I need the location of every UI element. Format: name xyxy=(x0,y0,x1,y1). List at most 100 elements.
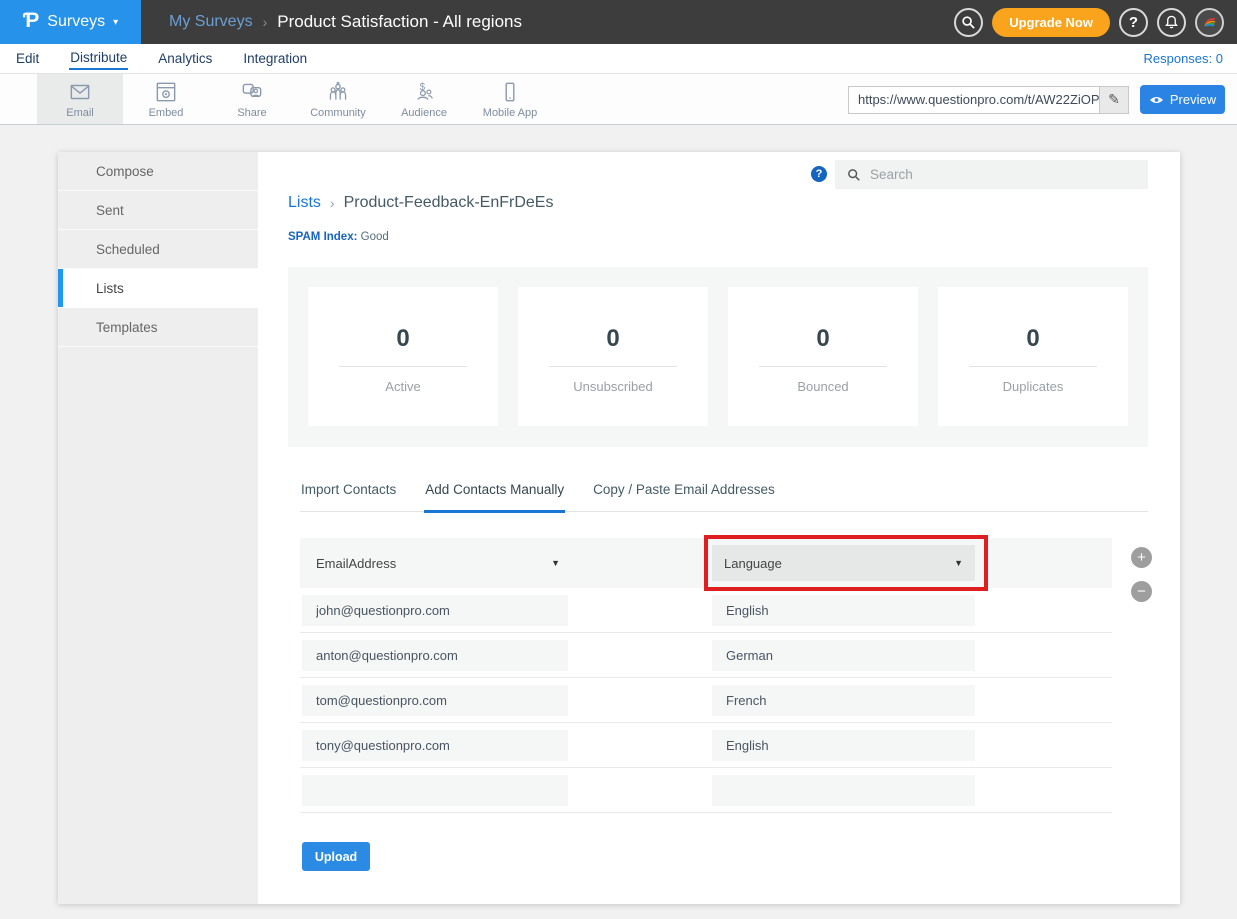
email-input-5[interactable] xyxy=(302,775,568,806)
caret-down-icon: ▼ xyxy=(551,558,560,568)
unsubscribed-count: 0 xyxy=(518,325,708,353)
sidebar-item-scheduled[interactable]: Scheduled xyxy=(58,230,258,269)
sidebar-item-lists[interactable]: Lists xyxy=(58,269,258,308)
caret-down-icon: ▼ xyxy=(954,558,963,568)
survey-url[interactable]: https://www.questionpro.com/t/AW22ZiOP xyxy=(848,86,1099,114)
nav-edit[interactable]: Edit xyxy=(15,48,40,69)
language-input-3[interactable] xyxy=(712,685,975,716)
responses-count[interactable]: Responses: 0 xyxy=(1144,51,1224,66)
toolbar-share[interactable]: Share xyxy=(209,74,295,124)
sidebar-compose-label: Compose xyxy=(96,164,154,179)
duplicates-label: Duplicates xyxy=(938,379,1128,394)
divider xyxy=(339,366,467,367)
community-icon xyxy=(325,79,351,105)
list-breadcrumb: Lists › Product-Feedback-EnFrDeEs xyxy=(288,194,553,212)
upload-button[interactable]: Upload xyxy=(302,842,370,871)
breadcrumb-my-surveys[interactable]: My Surveys xyxy=(169,13,253,31)
edit-url-button[interactable]: ✎ xyxy=(1099,86,1129,114)
divider xyxy=(759,366,887,367)
list-search-box xyxy=(835,160,1148,189)
contact-row-4 xyxy=(300,723,1112,768)
active-label: Active xyxy=(308,379,498,394)
add-row-button[interactable]: + xyxy=(1131,547,1152,568)
toolbar-mobile-app-label: Mobile App xyxy=(483,107,537,119)
email-sidebar: Compose Sent Scheduled Lists Templates xyxy=(58,152,258,904)
language-column-select[interactable]: Language ▼ xyxy=(712,545,975,581)
caret-down-icon: ▾ xyxy=(113,17,118,28)
contact-row-3 xyxy=(300,678,1112,723)
email-input-2[interactable] xyxy=(302,640,568,671)
language-input-4[interactable] xyxy=(712,730,975,761)
language-input-2[interactable] xyxy=(712,640,975,671)
product-switcher[interactable]: Ƥ Surveys ▾ xyxy=(0,0,141,44)
bounced-label: Bounced xyxy=(728,379,918,394)
toolbar-embed[interactable]: Embed xyxy=(123,74,209,124)
list-name: Product-Feedback-EnFrDeEs xyxy=(344,194,554,212)
language-input-5[interactable] xyxy=(712,775,975,806)
toolbar-right: https://www.questionpro.com/t/AW22ZiOP ✎… xyxy=(848,85,1225,114)
eye-icon xyxy=(1149,95,1164,105)
help-icon: ? xyxy=(816,168,823,180)
stat-card-unsubscribed: 0 Unsubscribed xyxy=(518,287,708,426)
contact-row-2 xyxy=(300,633,1112,678)
chevron-right-icon: › xyxy=(263,14,268,30)
search-input[interactable] xyxy=(870,167,1110,182)
account-avatar[interactable] xyxy=(1195,8,1224,37)
spam-index-label: SPAM Index: xyxy=(288,231,357,243)
email-input-1[interactable] xyxy=(302,595,568,626)
survey-nav: Edit Distribute Analytics Integration Re… xyxy=(0,44,1237,73)
nav-integration[interactable]: Integration xyxy=(242,48,308,69)
survey-url-box: https://www.questionpro.com/t/AW22ZiOP ✎ xyxy=(848,86,1129,114)
email-icon xyxy=(67,79,93,105)
tab-copy-paste-email-addresses[interactable]: Copy / Paste Email Addresses xyxy=(592,482,776,511)
search-icon xyxy=(847,168,861,182)
product-name: Surveys xyxy=(47,13,105,31)
toolbar-mobile-app[interactable]: Mobile App xyxy=(467,74,553,124)
help-button[interactable]: ? xyxy=(1119,8,1148,37)
contact-rows xyxy=(300,588,1112,813)
app-window: Ƥ Surveys ▾ My Surveys › Product Satisfa… xyxy=(0,0,1237,919)
language-input-1[interactable] xyxy=(712,595,975,626)
nav-analytics[interactable]: Analytics xyxy=(157,48,213,69)
upgrade-now-button[interactable]: Upgrade Now xyxy=(992,8,1110,37)
bell-icon xyxy=(1164,15,1179,30)
questionpro-logo-icon: Ƥ xyxy=(23,9,39,33)
contextual-help-button[interactable]: ? xyxy=(811,166,827,182)
global-search-button[interactable] xyxy=(954,8,983,37)
embed-icon xyxy=(153,79,179,105)
sidebar-item-compose[interactable]: Compose xyxy=(58,152,258,191)
sidebar-templates-label: Templates xyxy=(96,320,158,335)
toolbar-email[interactable]: Email xyxy=(37,74,123,124)
notifications-button[interactable] xyxy=(1157,8,1186,37)
toolbar-audience[interactable]: $ Audience xyxy=(381,74,467,124)
language-column-value: Language xyxy=(724,556,782,571)
minus-icon: − xyxy=(1137,583,1146,600)
toolbar-audience-label: Audience xyxy=(401,107,447,119)
stat-card-duplicates: 0 Duplicates xyxy=(938,287,1128,426)
nav-distribute[interactable]: Distribute xyxy=(69,47,128,70)
divider xyxy=(969,366,1097,367)
remove-row-button[interactable]: − xyxy=(1131,581,1152,602)
email-lists-panel: Compose Sent Scheduled Lists Templates ?… xyxy=(58,152,1180,904)
pencil-icon: ✎ xyxy=(1108,91,1120,108)
email-input-4[interactable] xyxy=(302,730,568,761)
lists-main: ? Lists › Product-Feedback-EnFrDeEs SPAM… xyxy=(258,152,1180,904)
share-icon xyxy=(239,79,265,105)
email-input-3[interactable] xyxy=(302,685,568,716)
email-column-select[interactable]: EmailAddress ▼ xyxy=(300,545,570,581)
preview-label: Preview xyxy=(1170,92,1216,107)
tab-import-contacts[interactable]: Import Contacts xyxy=(300,482,397,511)
column-header-band: EmailAddress ▼ Language ▼ xyxy=(300,538,1112,588)
toolbar-embed-label: Embed xyxy=(149,107,184,119)
sidebar-item-sent[interactable]: Sent xyxy=(58,191,258,230)
tab-add-contacts-manually[interactable]: Add Contacts Manually xyxy=(424,482,565,513)
toolbar-community[interactable]: Community xyxy=(295,74,381,124)
header-breadcrumb: My Surveys › Product Satisfaction - All … xyxy=(169,12,522,32)
unsubscribed-label: Unsubscribed xyxy=(518,379,708,394)
preview-button[interactable]: Preview xyxy=(1140,85,1225,114)
breadcrumb-lists-link[interactable]: Lists xyxy=(288,194,321,212)
plus-icon: + xyxy=(1137,549,1146,566)
spam-index: SPAM Index: Good xyxy=(288,231,389,243)
sidebar-item-templates[interactable]: Templates xyxy=(58,308,258,347)
contact-row-5 xyxy=(300,768,1112,813)
